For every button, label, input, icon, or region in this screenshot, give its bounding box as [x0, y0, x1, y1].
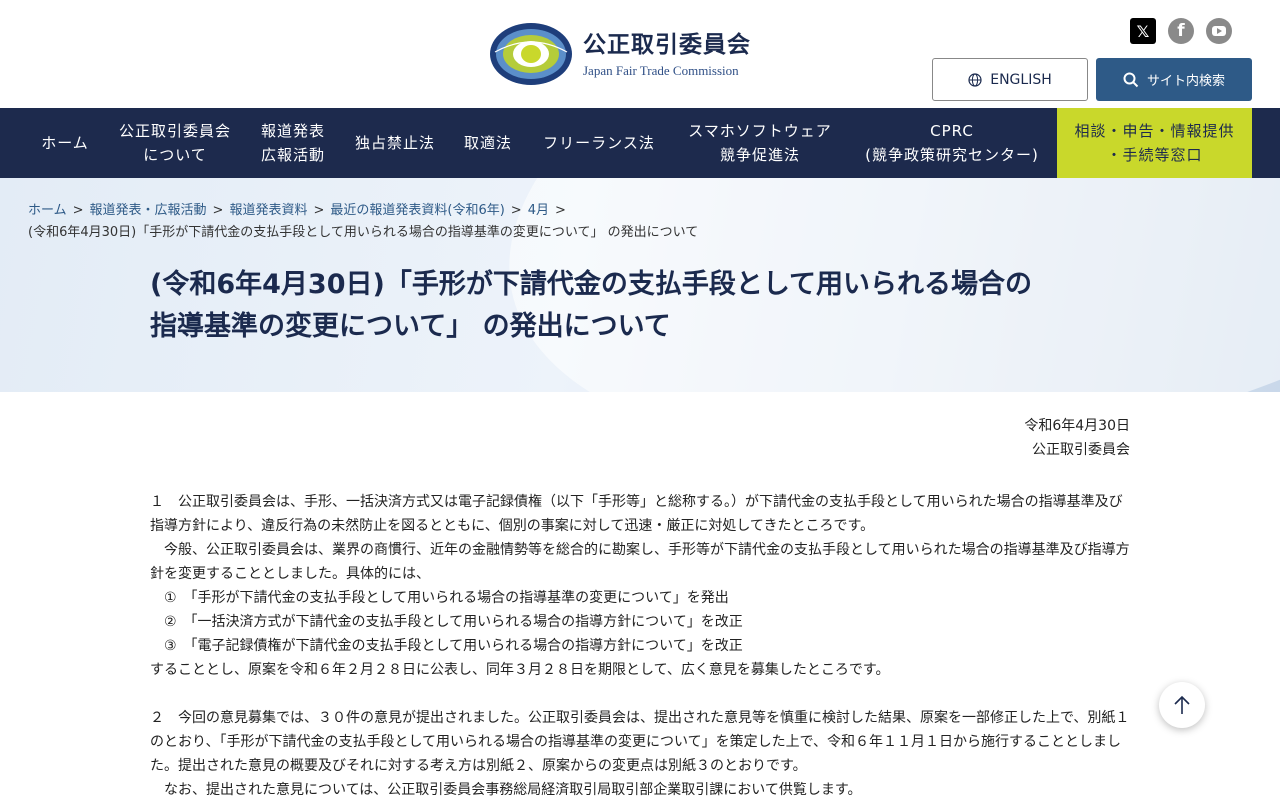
paragraph: することとし、原案を令和６年２月２８日に公表し、同年３月２８日を期限として、広く…: [150, 662, 890, 678]
nav-label: 取適法: [463, 134, 512, 152]
nav-item-about[interactable]: 公正取引委員会 について: [108, 108, 242, 178]
search-icon: [1123, 72, 1139, 87]
english-label: ENGLISH: [990, 71, 1052, 88]
arrow-up-icon: [1174, 695, 1190, 714]
site-search-button[interactable]: サイト内検索: [1096, 58, 1252, 101]
nav-label: スマホソフトウェア: [688, 122, 832, 140]
english-button[interactable]: ENGLISH: [932, 58, 1088, 101]
nav-item-subcontract[interactable]: 取適法: [452, 108, 524, 178]
nav-item-smartphone[interactable]: スマホソフトウェア 競争促進法: [674, 108, 846, 178]
nav-item-home[interactable]: ホーム: [28, 108, 102, 178]
breadcrumb-recent-releases[interactable]: 最近の報道発表資料(令和6年): [330, 203, 504, 218]
nav-label: 広報活動: [260, 146, 325, 164]
breadcrumb-april[interactable]: 4月: [528, 203, 549, 218]
site-header: 公正取引委員会 Japan Fair Trade Commission 𝕏 f …: [0, 0, 1280, 108]
nav-label: 公正取引委員会: [118, 122, 231, 140]
breadcrumb-separator: >: [212, 203, 224, 218]
list-item: ③ 「電子記録債権が下請代金の支払手段として用いられる場合の指導方針について」を…: [150, 638, 743, 654]
nav-label: ・手続等窓口: [1106, 146, 1203, 164]
page-title-line: 指導基準の変更について」 の発出について: [150, 311, 671, 342]
facebook-icon[interactable]: f: [1168, 18, 1194, 44]
paragraph: １ 公正取引委員会は、手形、一括決済方式又は電子記録債権（以下「手形等」と総称す…: [150, 494, 1123, 534]
site-logo[interactable]: 公正取引委員会 Japan Fair Trade Commission: [489, 22, 751, 86]
page-title-line: (令和6年4月30日)「手形が下請代金の支払手段として用いられる場合の: [150, 269, 1033, 300]
main-content: 令和6年4月30日 公正取引委員会 １ 公正取引委員会は、手形、一括決済方式又は…: [0, 392, 1280, 800]
global-nav: ホーム 公正取引委員会 について 報道発表広報活動 独占禁止法 取適法 フリーラン…: [0, 108, 1280, 178]
breadcrumb-separator: >: [554, 203, 566, 218]
page-hero: ホーム > 報道発表・広報活動 > 報道発表資料 > 最近の報道発表資料(令和6年) >4月 >…: [0, 178, 1280, 392]
logo-title-ja: 公正取引委員会: [583, 31, 751, 58]
release-info: 令和6年4月30日 公正取引委員会: [1024, 414, 1130, 462]
breadcrumb-home[interactable]: ホーム: [28, 203, 67, 218]
nav-label: フリーランス法: [543, 134, 655, 152]
paragraph: 今般、公正取引委員会は、業界の商慣行、近年の金融情勢等を総合的に勘案し、手形等が…: [150, 542, 1130, 582]
social-links: 𝕏 f: [1130, 18, 1232, 44]
page-title: (令和6年4月30日)「手形が下請代金の支払手段として用いられる場合の 指導基準…: [150, 264, 1130, 348]
jftc-emblem-icon: [490, 23, 572, 85]
article-body: １ 公正取引委員会は、手形、一括決済方式又は電子記録債権（以下「手形等」と総称す…: [150, 490, 1130, 800]
nav-label: 独占禁止法: [354, 134, 435, 152]
release-org: 公正取引委員会: [1032, 442, 1130, 458]
breadcrumb-press[interactable]: 報道発表・広報活動: [90, 203, 207, 218]
nav-item-cprc[interactable]: CPRC (競争政策研究センター): [852, 108, 1052, 178]
paragraph: ２ 今回の意見募集では、３０件の意見が提出されました。公正取引委員会は、提出され…: [150, 710, 1130, 774]
nav-item-consultation[interactable]: 相談・申告・情報提供 ・手続等窓口: [1057, 108, 1252, 178]
search-label: サイト内検索: [1146, 74, 1225, 89]
nav-label: 相談・申告・情報提供: [1074, 122, 1235, 140]
nav-label: ホーム: [41, 134, 89, 152]
breadcrumb-separator: >: [72, 203, 84, 218]
breadcrumb-current: (令和6年4月30日)「手形が下請代金の支払手段として用いられる場合の指導基準の…: [28, 225, 699, 240]
paragraph: なお、提出された意見については、公正取引委員会事務総局経済取引局取引部企業取引課…: [150, 782, 862, 798]
nav-item-press[interactable]: 報道発表 広報活動: [248, 108, 338, 178]
youtube-icon[interactable]: [1206, 18, 1232, 44]
nav-item-antimonopoly[interactable]: 独占禁止法: [344, 108, 446, 178]
nav-label: CPRC: [930, 122, 974, 140]
nav-label: 報道発表: [260, 122, 325, 140]
x-icon[interactable]: 𝕏: [1130, 18, 1156, 44]
release-date: 令和6年4月30日: [1024, 418, 1130, 434]
nav-item-freelance[interactable]: フリーランス法: [530, 108, 668, 178]
list-item: ① 「手形が下請代金の支払手段として用いられる場合の指導基準の変更について」を発…: [150, 590, 729, 606]
nav-label: について: [143, 146, 207, 164]
breadcrumb-separator: >: [313, 203, 325, 218]
logo-title-en: Japan Fair Trade Commission: [583, 62, 739, 78]
breadcrumb-press-releases[interactable]: 報道発表資料: [229, 203, 307, 218]
back-to-top-button[interactable]: [1159, 682, 1205, 728]
breadcrumb: ホーム > 報道発表・広報活動 > 報道発表資料 > 最近の報道発表資料(令和6年) >4月 >…: [28, 200, 1028, 244]
list-item: ② 「一括決済方式が下請代金の支払手段として用いられる場合の指導方針について」を…: [150, 614, 743, 630]
nav-label: 競争促進法: [719, 146, 800, 164]
breadcrumb-separator: >: [510, 203, 522, 218]
nav-label: (競争政策研究センター): [865, 146, 1039, 164]
globe-icon: [968, 72, 982, 87]
